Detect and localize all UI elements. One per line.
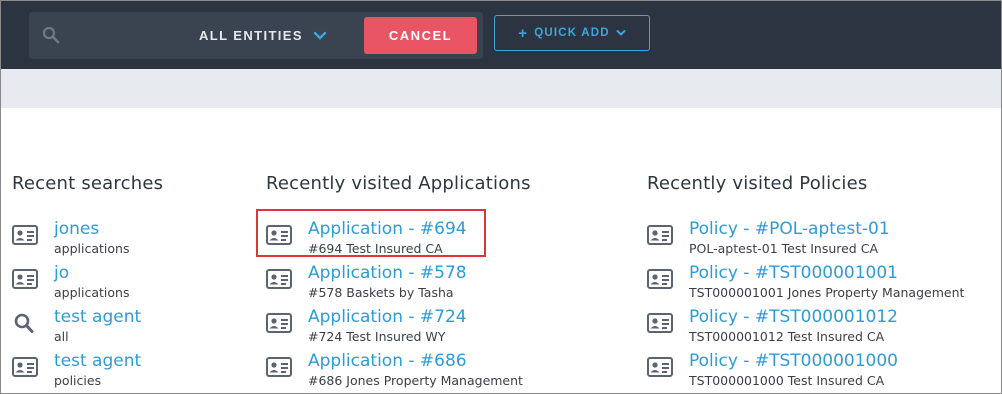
- recent-applications-title: Recently visited Applications: [266, 173, 531, 194]
- entity-filter-dropdown[interactable]: ALL ENTITIES: [199, 12, 327, 59]
- chevron-down-icon: [616, 30, 626, 36]
- policy-link: Policy - #TST000001012: [689, 307, 898, 327]
- id-card-icon: [266, 357, 292, 377]
- policy-link: Policy - #POL-aptest-01: [689, 219, 890, 239]
- policy-subtitle: TST000001012 Test Insured CA: [689, 329, 885, 344]
- recent-search-term: test agent: [54, 307, 142, 327]
- recent-searches-title: Recent searches: [12, 173, 164, 194]
- entity-filter-label: ALL ENTITIES: [199, 28, 303, 43]
- policy-link: Policy - #TST000001000: [689, 351, 898, 371]
- policy-subtitle: TST000001000 Test Insured CA: [689, 373, 885, 388]
- recent-searches-column: Recent searches jones applications jo ap…: [12, 173, 164, 388]
- recent-search-scope: all: [54, 329, 69, 344]
- recent-search-term: jones: [54, 219, 100, 239]
- search-icon: [14, 313, 34, 333]
- recent-search-term: test agent: [54, 351, 142, 371]
- recent-applications-column: Recently visited Applications Applicatio…: [266, 173, 531, 388]
- recent-search-term: jo: [54, 263, 70, 283]
- chevron-down-icon: [313, 31, 327, 40]
- policy-link: Policy - #TST000001001: [689, 263, 898, 283]
- application-link: Application - #686: [308, 351, 467, 371]
- app-window: ALL ENTITIES CANCEL + QUICK ADD Recent s…: [0, 0, 1002, 394]
- id-card-icon: [12, 269, 38, 289]
- recent-policies-column: Recently visited Policies Policy - #POL-…: [647, 173, 964, 388]
- id-card-icon: [647, 225, 673, 245]
- recent-search-scope: applications: [54, 285, 130, 300]
- id-card-icon: [647, 269, 673, 289]
- application-link: Application - #578: [308, 263, 467, 283]
- application-subtitle: #724 Test Insured WY: [308, 329, 446, 344]
- recent-search-scope: policies: [54, 373, 102, 388]
- quick-add-label: QUICK ADD: [534, 27, 610, 39]
- quick-add-button[interactable]: + QUICK ADD: [494, 15, 650, 51]
- id-card-icon: [647, 313, 673, 333]
- recent-search-scope: applications: [54, 241, 130, 256]
- id-card-icon: [12, 225, 38, 245]
- highlight-box: [256, 209, 486, 257]
- application-subtitle: #578 Baskets by Tasha: [308, 285, 454, 300]
- recent-policies-title: Recently visited Policies: [647, 173, 868, 194]
- id-card-icon: [647, 357, 673, 377]
- sub-header-bar: [1, 69, 1001, 108]
- search-icon: [42, 26, 60, 44]
- application-link: Application - #724: [308, 307, 467, 327]
- application-subtitle: #686 Jones Property Management: [308, 373, 523, 388]
- cancel-button[interactable]: CANCEL: [364, 17, 477, 54]
- top-bar: ALL ENTITIES CANCEL + QUICK ADD: [1, 1, 1001, 69]
- plus-icon: +: [518, 24, 529, 42]
- id-card-icon: [266, 313, 292, 333]
- policy-subtitle: POL-aptest-01 Test Insured CA: [689, 241, 878, 256]
- policy-subtitle: TST000001001 Jones Property Management: [689, 285, 965, 300]
- id-card-icon: [12, 357, 38, 377]
- id-card-icon: [266, 269, 292, 289]
